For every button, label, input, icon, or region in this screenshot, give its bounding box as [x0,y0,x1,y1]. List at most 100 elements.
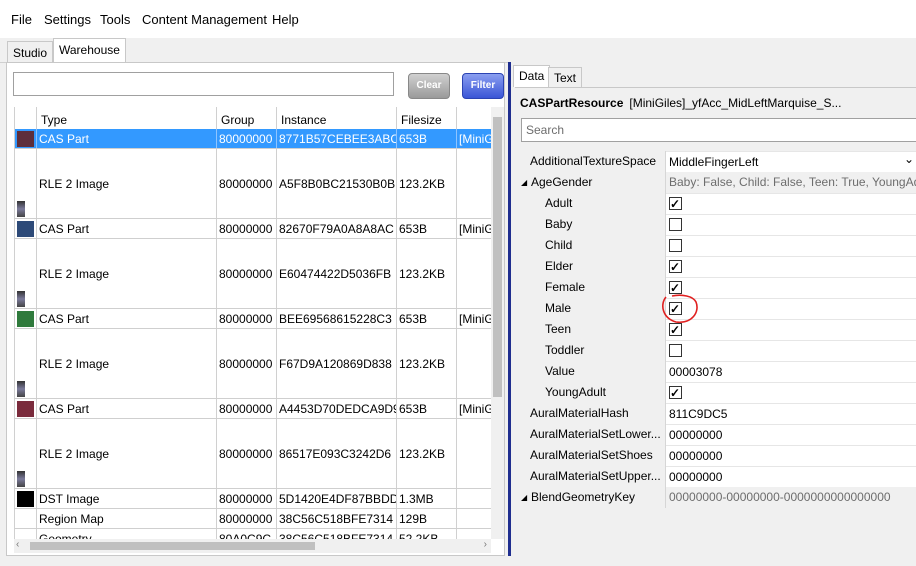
row-instance: BEE69568615228C3 [277,309,397,328]
filter-input[interactable] [13,72,394,96]
property-value[interactable] [666,256,916,277]
checkbox[interactable] [669,299,682,319]
grid-header: Type Group Instance Filesize [15,107,492,130]
checkbox[interactable] [669,194,682,214]
header-group[interactable]: Group [217,107,277,129]
property-row[interactable]: AuralMaterialSetLower... 00000000 [515,424,916,445]
table-row[interactable]: CAS Part 80000000 BEE69568615228C3 653B [Min… [15,309,492,329]
table-row[interactable]: Geometry 80A0C9C 38C56C518BFE7314 52.2KB [15,529,492,539]
checkbox[interactable] [669,239,682,252]
property-value[interactable]: 00000000 [666,424,916,445]
row-filesize: 52.2KB [397,529,457,539]
scroll-right-icon[interactable]: › [484,539,487,550]
property-row[interactable]: Male [515,298,916,319]
menu-help[interactable]: Help [272,12,299,27]
header-filesize[interactable]: Filesize [397,107,457,129]
property-value-text: 00000000 [669,449,723,463]
property-value[interactable] [666,319,916,340]
table-row[interactable]: CAS Part 80000000 82670F79A0A8A8AC 653B [Min… [15,219,492,239]
table-row[interactable]: RLE 2 Image 80000000 E60474422D5036FB 123.2… [15,239,492,309]
expand-arrow-icon[interactable]: ◢ [521,493,527,502]
row-thumbnail [15,419,37,488]
resource-name: [MiniGiles]_yfAcc_MidLeftMarquise_S... [629,96,842,110]
expand-arrow-icon[interactable]: ◢ [521,178,527,187]
property-row[interactable]: Value 00003078 [515,361,916,382]
property-row[interactable]: ◢ BlendGeometryKey 00000000-00000000-00000… [515,487,916,508]
property-value[interactable]: 00000000 [666,445,916,466]
menu-tools[interactable]: Tools [100,12,130,27]
property-name: Toddler [545,343,585,357]
table-row[interactable]: DST Image 80000000 5D1420E4DF87BBDD 1.3MB [15,489,492,509]
property-value[interactable] [666,277,916,298]
property-row[interactable]: Elder [515,256,916,277]
checkbox[interactable] [669,278,682,298]
menu-content-management[interactable]: Content Management [142,12,267,27]
property-row[interactable]: Female [515,277,916,298]
menu-file[interactable]: File [11,12,32,27]
clear-button[interactable]: Clear [408,73,450,99]
property-value[interactable] [666,340,916,361]
property-row[interactable]: AuralMaterialHash 811C9DC5 [515,403,916,424]
row-group: 80000000 [217,219,277,238]
tab-data[interactable]: Data [513,65,551,87]
chevron-down-icon[interactable]: ⌄ [904,152,914,170]
checkbox[interactable] [669,344,682,357]
property-value[interactable]: MiddleFingerLeft ⌄ [666,151,916,172]
property-row[interactable]: Child [515,235,916,256]
property-row[interactable]: YoungAdult [515,382,916,403]
tab-warehouse[interactable]: Warehouse [53,38,126,63]
scroll-left-icon[interactable]: ‹ [16,539,19,550]
property-value[interactable] [666,298,916,319]
tab-text[interactable]: Text [548,67,583,87]
row-extra: [MiniG [457,129,492,148]
property-value[interactable]: 00003078 [666,361,916,382]
header-instance[interactable]: Instance [277,107,397,129]
property-row[interactable]: Teen [515,319,916,340]
row-thumbnail [15,399,37,418]
property-value-text: Baby: False, Child: False, Teen: True, Y… [669,175,916,189]
row-extra [457,419,492,488]
header-type[interactable]: Type [37,107,217,129]
checkbox[interactable] [669,257,682,277]
checkbox[interactable] [669,320,682,340]
property-value[interactable] [666,235,916,256]
tab-studio[interactable]: Studio [7,41,54,63]
row-instance: 38C56C518BFE7314 [277,529,397,539]
property-row[interactable]: AuralMaterialSetUpper... 00000000 [515,466,916,487]
property-row[interactable]: Adult [515,193,916,214]
grid-vertical-scrollbar[interactable] [491,107,504,539]
table-row[interactable]: CAS Part 80000000 8771B57CEBEE3ABC 653B [Min… [15,129,492,149]
property-row[interactable]: Baby [515,214,916,235]
table-row[interactable]: Region Map 80000000 38C56C518BFE7314 129B [15,509,492,529]
row-instance: 8771B57CEBEE3ABC [277,129,397,148]
property-value-text: 00000000 [669,470,723,484]
table-row[interactable]: CAS Part 80000000 A4453D70DEDCA9D9 653B [Min… [15,399,492,419]
property-value[interactable] [666,193,916,214]
table-row[interactable]: RLE 2 Image 80000000 A5F8B0BC21530B0B 123.2… [15,149,492,219]
row-thumbnail [15,529,37,539]
header-extra[interactable] [457,107,492,129]
menu-settings[interactable]: Settings [44,12,91,27]
table-row[interactable]: RLE 2 Image 80000000 86517E093C3242D6 123.2… [15,419,492,489]
property-name: AuralMaterialSetLower... [530,427,661,441]
property-value[interactable] [666,382,916,403]
row-thumbnail [15,149,37,218]
property-search-input[interactable]: Search [521,118,916,142]
scroll-thumb[interactable] [30,542,315,550]
grid-horizontal-scrollbar[interactable]: ‹ › [14,539,491,553]
table-row[interactable]: RLE 2 Image 80000000 F67D9A120869D838 123.2… [15,329,492,399]
property-row[interactable]: AuralMaterialSetShoes 00000000 [515,445,916,466]
checkbox[interactable] [669,218,682,231]
property-row[interactable]: ◢ AgeGender Baby: False, Child: False, Tee… [515,172,916,193]
row-type: Region Map [37,509,217,528]
property-row[interactable]: Toddler [515,340,916,361]
property-value[interactable] [666,214,916,235]
property-name: Elder [545,259,574,273]
property-value[interactable]: 811C9DC5 [666,403,916,424]
property-name: YoungAdult [545,385,606,399]
checkbox[interactable] [669,383,682,403]
scroll-thumb[interactable] [493,117,502,397]
property-row[interactable]: AdditionalTextureSpace MiddleFingerLeft ⌄ [515,151,916,172]
filter-button[interactable]: Filter [462,73,504,99]
property-value[interactable]: 00000000 [666,466,916,487]
